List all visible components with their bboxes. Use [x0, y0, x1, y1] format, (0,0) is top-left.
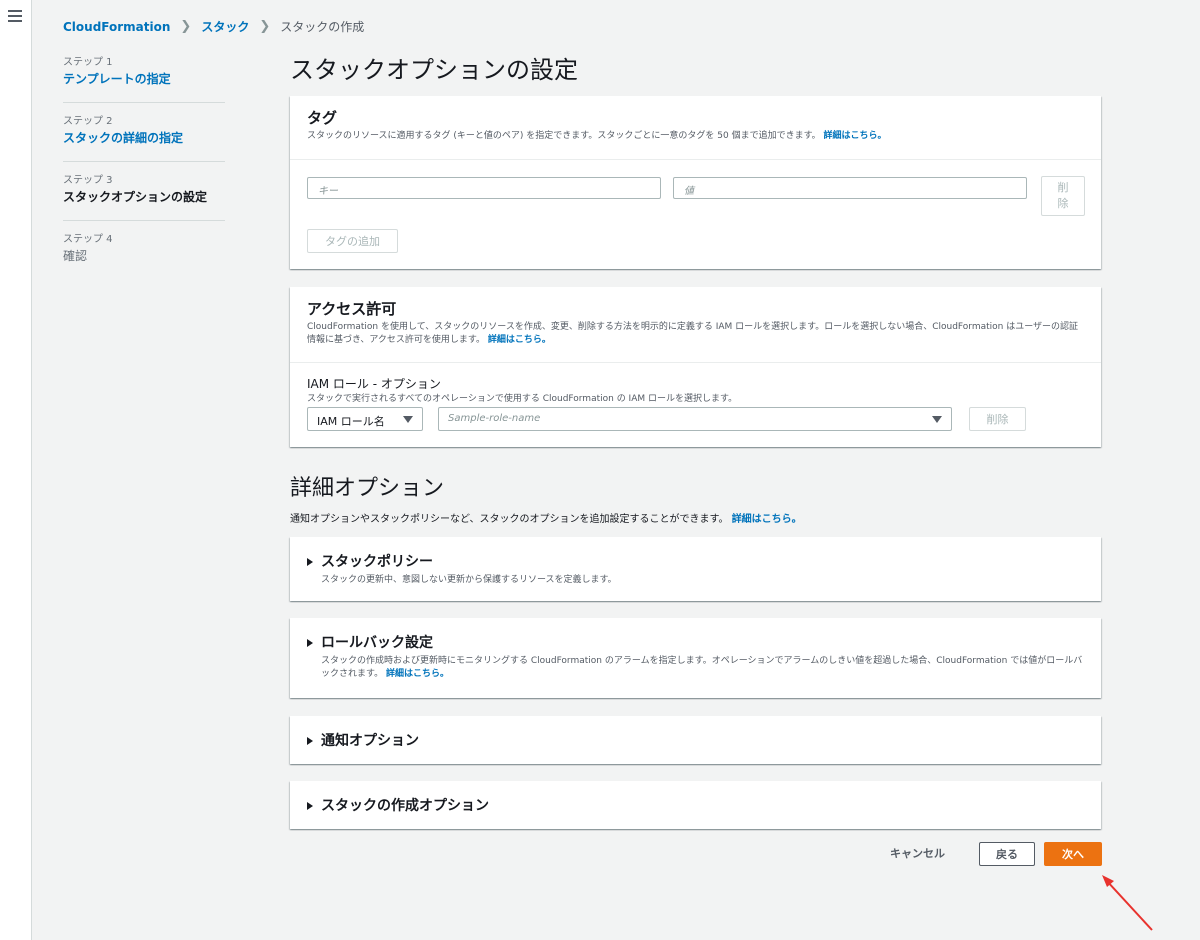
tag-key-placeholder: キー	[318, 186, 338, 197]
permissions-learn-more-link[interactable]: 詳細はこちら。	[488, 335, 551, 345]
advanced-learn-more-link[interactable]: 詳細はこちら。	[732, 514, 802, 525]
advanced-options-description-row: 通知オプションやスタックポリシーなど、スタックのオプションを追加設定することがで…	[290, 510, 802, 525]
step-review: 確認	[63, 249, 88, 263]
stack-creation-options-title: スタックの作成オプション	[321, 798, 489, 814]
side-navigation-rail	[0, 0, 32, 940]
notification-options-title: 通知オプション	[321, 733, 419, 749]
expand-triangle-icon	[307, 558, 313, 566]
next-button[interactable]: 次へ	[1044, 842, 1102, 866]
wizard-step-1: ステップ 1 テンプレートの指定	[63, 56, 225, 103]
tag-value-input[interactable]: 値	[673, 177, 1027, 199]
page-title: スタックオプションの設定	[290, 56, 578, 84]
iam-role-name-placeholder: Sample-role-name	[448, 413, 541, 424]
tags-learn-more-link[interactable]: 詳細はこちら。	[824, 131, 887, 141]
advanced-options-title: 詳細オプション	[290, 476, 445, 501]
wizard-step-2: ステップ 2 スタックの詳細の指定	[63, 115, 225, 162]
step-link-template[interactable]: テンプレートの指定	[63, 70, 225, 88]
breadcrumb-current: スタックの作成	[280, 20, 365, 34]
divider	[290, 159, 1101, 160]
wizard-step-3: ステップ 3 スタックオプションの設定	[63, 174, 225, 221]
step-number: ステップ 3	[63, 175, 113, 186]
iam-role-label: IAM ロール - オプション	[307, 377, 441, 391]
expand-triangle-icon	[307, 802, 313, 810]
iam-role-name-select[interactable]: Sample-role-name	[438, 407, 952, 431]
iam-role-description: スタックで実行されるすべてのオペレーションで使用する CloudFormatio…	[307, 394, 738, 404]
chevron-right-icon: ❯	[180, 19, 192, 34]
expand-triangle-icon	[307, 737, 313, 745]
iam-role-remove-button[interactable]: 削除	[969, 407, 1026, 431]
iam-role-type-select[interactable]: IAM ロール名	[307, 407, 423, 431]
breadcrumb-stacks[interactable]: スタック	[201, 18, 249, 35]
hamburger-menu-icon[interactable]	[8, 10, 22, 22]
divider	[290, 362, 1101, 363]
step-number: ステップ 1	[63, 57, 113, 68]
step-number: ステップ 4	[63, 234, 113, 245]
caret-down-icon	[932, 416, 942, 423]
iam-role-type-value: IAM ロール名	[317, 415, 385, 428]
permissions-description: CloudFormation を使用して、スタックのリソースを作成、変更、削除す…	[307, 322, 1079, 345]
wizard-steps: ステップ 1 テンプレートの指定 ステップ 2 スタックの詳細の指定 ステップ …	[63, 56, 225, 291]
tags-panel: タグ スタックのリソースに適用するタグ (キーと値のペア) を指定できます。スタ…	[290, 96, 1101, 269]
back-button[interactable]: 戻る	[979, 842, 1035, 866]
step-link-details[interactable]: スタックの詳細の指定	[63, 129, 225, 147]
stack-policy-description: スタックの更新中、意図しない更新から保護するリソースを定義します。	[321, 575, 617, 585]
notification-options-panel[interactable]: 通知オプション	[290, 716, 1101, 764]
step-current-options: スタックオプションの設定	[63, 190, 208, 204]
chevron-right-icon: ❯	[259, 19, 271, 34]
tags-description: スタックのリソースに適用するタグ (キーと値のペア) を指定できます。スタックご…	[307, 131, 821, 141]
tags-title: タグ	[307, 109, 338, 127]
tag-remove-button[interactable]: 削除	[1041, 176, 1085, 216]
cancel-button[interactable]: キャンセル	[890, 845, 945, 861]
tag-value-placeholder: 値	[684, 186, 694, 197]
rollback-config-title: ロールバック設定	[321, 635, 433, 651]
step-number: ステップ 2	[63, 116, 113, 127]
stack-creation-options-panel[interactable]: スタックの作成オプション	[290, 781, 1101, 829]
breadcrumb-cloudformation[interactable]: CloudFormation	[63, 20, 170, 34]
stack-policy-title: スタックポリシー	[321, 554, 433, 570]
add-tag-button[interactable]: タグの追加	[307, 229, 398, 253]
rollback-learn-more-link[interactable]: 詳細はこちら。	[386, 669, 449, 679]
breadcrumb: CloudFormation ❯ スタック ❯ スタックの作成	[63, 18, 364, 35]
permissions-panel: アクセス許可 CloudFormation を使用して、スタックのリソースを作成…	[290, 287, 1101, 447]
wizard-step-4: ステップ 4 確認	[63, 233, 225, 279]
stack-policy-panel[interactable]: スタックポリシー スタックの更新中、意図しない更新から保護するリソースを定義しま…	[290, 537, 1101, 601]
rollback-config-panel[interactable]: ロールバック設定 スタックの作成時および更新時にモニタリングする CloudFo…	[290, 618, 1101, 698]
permissions-title: アクセス許可	[307, 300, 397, 318]
caret-down-icon	[403, 416, 413, 423]
annotation-arrow-icon	[1102, 875, 1153, 931]
tag-key-input[interactable]: キー	[307, 177, 661, 199]
expand-triangle-icon	[307, 639, 313, 647]
advanced-options-description: 通知オプションやスタックポリシーなど、スタックのオプションを追加設定することがで…	[290, 514, 729, 525]
